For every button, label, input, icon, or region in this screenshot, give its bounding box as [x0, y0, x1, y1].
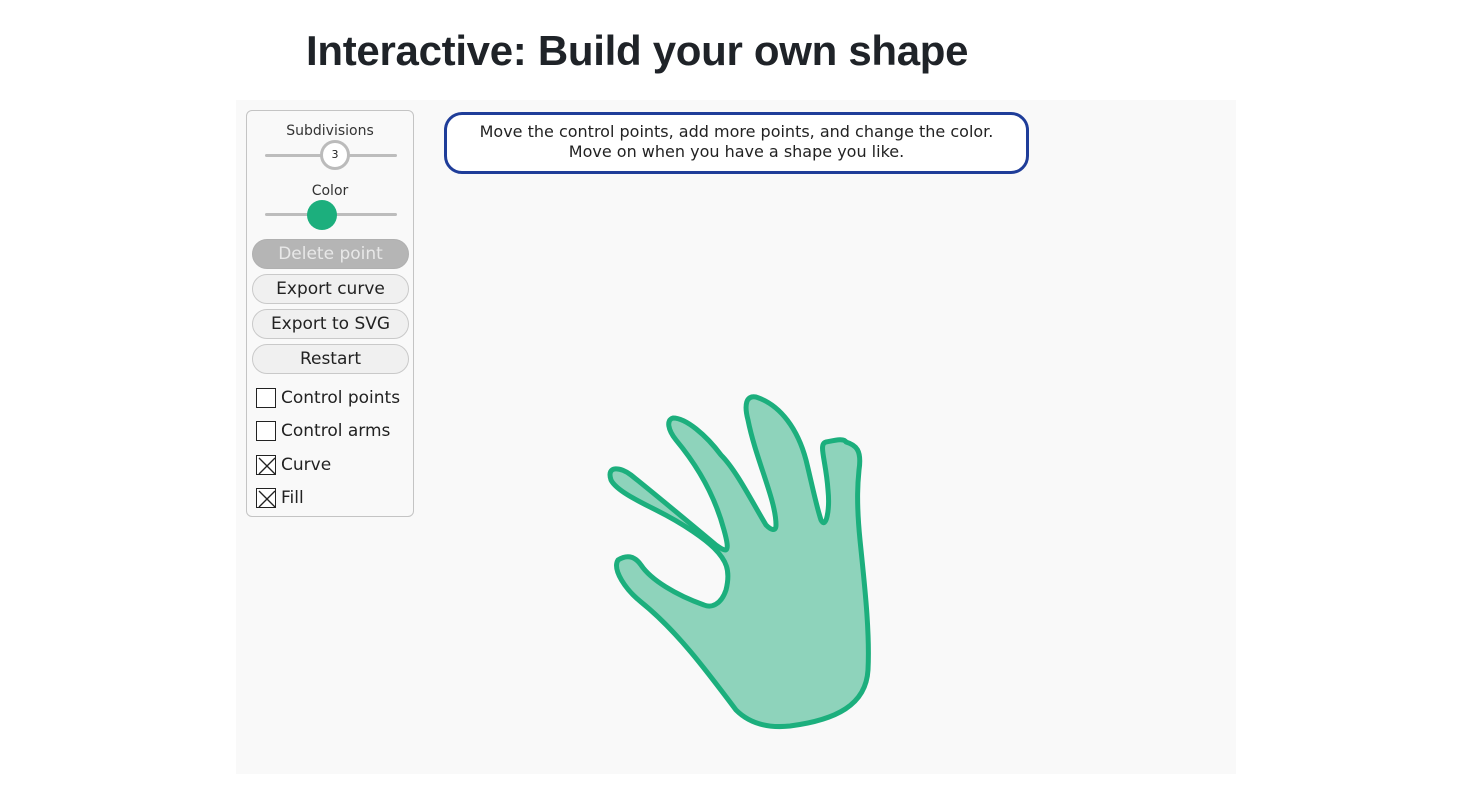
hand-shape[interactable] — [236, 100, 1236, 774]
page-title: Interactive: Build your own shape — [306, 27, 969, 74]
hand-shape-path[interactable] — [607, 394, 871, 730]
shape-canvas[interactable]: Subdivisions 3 Color Delete point Export… — [236, 100, 1236, 774]
